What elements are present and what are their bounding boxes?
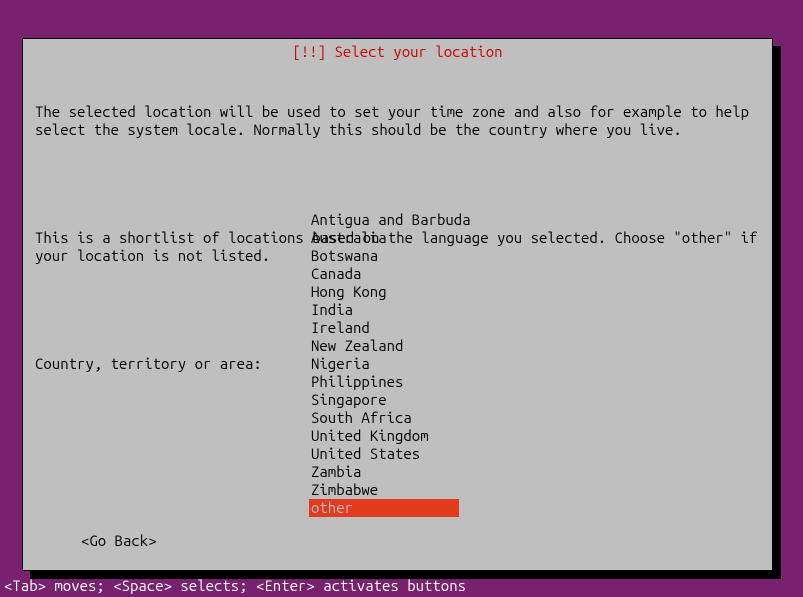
list-item[interactable]: Philippines	[309, 373, 473, 391]
help-bar: <Tab> moves; <Space> selects; <Enter> ac…	[4, 577, 466, 595]
dialog-title: [!!] Select your location	[23, 43, 772, 61]
list-item[interactable]: Zimbabwe	[309, 481, 473, 499]
list-item[interactable]: Nigeria	[309, 355, 473, 373]
list-item[interactable]: Antigua and Barbuda	[309, 211, 473, 229]
list-item[interactable]: Canada	[309, 265, 473, 283]
list-item[interactable]: New Zealand	[309, 337, 473, 355]
list-item[interactable]: Singapore	[309, 391, 473, 409]
dialog-box: [!!] Select your location The selected l…	[22, 38, 773, 571]
list-item[interactable]: Botswana	[309, 247, 473, 265]
list-item[interactable]: South Africa	[309, 409, 473, 427]
location-list: Antigua and BarbudaAustraliaBotswanaCana…	[309, 211, 473, 517]
description-paragraph-1: The selected location will be used to se…	[35, 103, 760, 139]
list-item[interactable]: United States	[309, 445, 473, 463]
list-item[interactable]: other	[309, 499, 459, 517]
title-priority-marker: [!!]	[292, 43, 334, 60]
list-item[interactable]: India	[309, 301, 473, 319]
list-item[interactable]: Ireland	[309, 319, 473, 337]
list-item[interactable]: United Kingdom	[309, 427, 473, 445]
list-item[interactable]: Zambia	[309, 463, 473, 481]
go-back-button[interactable]: <Go Back>	[81, 532, 157, 550]
list-item[interactable]: Hong Kong	[309, 283, 473, 301]
title-text: Select your location	[335, 43, 503, 60]
list-item[interactable]: Australia	[309, 229, 473, 247]
